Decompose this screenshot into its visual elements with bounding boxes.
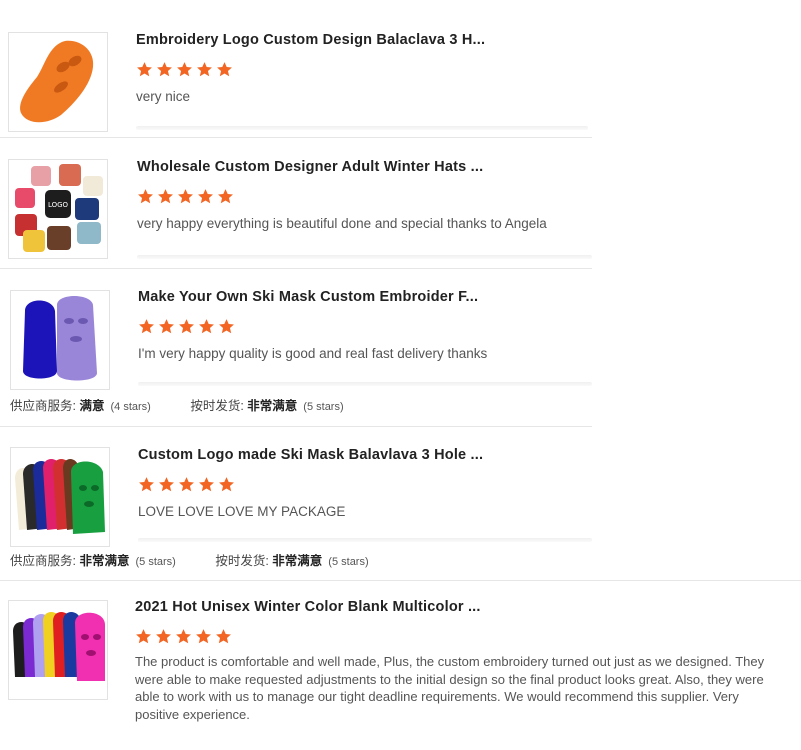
star-icon <box>179 319 194 334</box>
card-fade <box>138 538 592 542</box>
orange-balaclava-image <box>20 40 94 123</box>
star-rating <box>136 61 233 79</box>
star-icon <box>159 477 174 492</box>
product-title[interactable]: Wholesale Custom Designer Adult Winter H… <box>137 159 483 175</box>
review-comment: LOVE LOVE LOVE MY PACKAGE <box>138 504 346 519</box>
product-thumbnail[interactable]: LOGO <box>8 159 108 259</box>
star-icon <box>158 189 173 204</box>
product-title[interactable]: Custom Logo made Ski Mask Balavlava 3 Ho… <box>138 447 483 463</box>
blue-purple-ski-masks-image <box>23 296 97 381</box>
star-icon <box>178 189 193 204</box>
service-ratings: 供应商服务: 非常满意 (5 stars) 按时发货: 非常满意 (5 stars) <box>10 554 369 568</box>
card-fade <box>138 382 592 386</box>
divider <box>0 580 801 581</box>
svg-text:LOGO: LOGO <box>48 201 69 209</box>
star-icon <box>136 629 151 644</box>
star-icon <box>218 189 233 204</box>
star-icon <box>139 319 154 334</box>
divider <box>0 426 592 427</box>
product-thumbnail[interactable] <box>8 600 108 700</box>
service-ratings: 供应商服务: 满意 (4 stars) 按时发货: 非常满意 (5 stars) <box>10 399 344 413</box>
product-title[interactable]: Embroidery Logo Custom Design Balaclava … <box>136 32 485 48</box>
review-comment: very nice <box>136 89 191 104</box>
review-comment: very happy everything is beautiful done … <box>137 216 547 231</box>
star-icon <box>198 189 213 204</box>
star-icon <box>177 62 192 77</box>
star-icon <box>219 477 234 492</box>
star-icon <box>216 629 231 644</box>
star-icon <box>157 62 172 77</box>
card-fade <box>136 126 588 130</box>
star-icon <box>179 477 194 492</box>
rainbow-balaclavas-image <box>13 612 105 681</box>
star-rating <box>138 318 235 336</box>
product-title[interactable]: 2021 Hot Unisex Winter Color Blank Multi… <box>135 599 481 615</box>
multicolor-ski-masks-image <box>15 459 105 534</box>
product-thumbnail[interactable] <box>10 290 110 390</box>
star-icon <box>138 189 153 204</box>
star-icon <box>199 319 214 334</box>
star-rating <box>137 188 234 206</box>
product-title[interactable]: Make Your Own Ski Mask Custom Embroider … <box>138 289 478 305</box>
star-icon <box>217 62 232 77</box>
divider <box>0 268 592 269</box>
product-thumbnail[interactable] <box>8 32 108 132</box>
star-rating <box>138 476 235 494</box>
star-icon <box>159 319 174 334</box>
star-icon <box>197 62 212 77</box>
star-icon <box>219 319 234 334</box>
product-thumbnail[interactable] <box>10 447 110 547</box>
star-icon <box>196 629 211 644</box>
star-rating <box>135 628 232 646</box>
divider <box>0 137 592 138</box>
star-icon <box>176 629 191 644</box>
star-icon <box>139 477 154 492</box>
star-icon <box>137 62 152 77</box>
review-comment: I'm very happy quality is good and real … <box>138 346 488 361</box>
star-icon <box>199 477 214 492</box>
colorful-beanies-image: LOGO <box>15 164 103 252</box>
review-comment: The product is comfortable and well made… <box>135 654 765 722</box>
card-fade <box>137 255 592 259</box>
star-icon <box>156 629 171 644</box>
